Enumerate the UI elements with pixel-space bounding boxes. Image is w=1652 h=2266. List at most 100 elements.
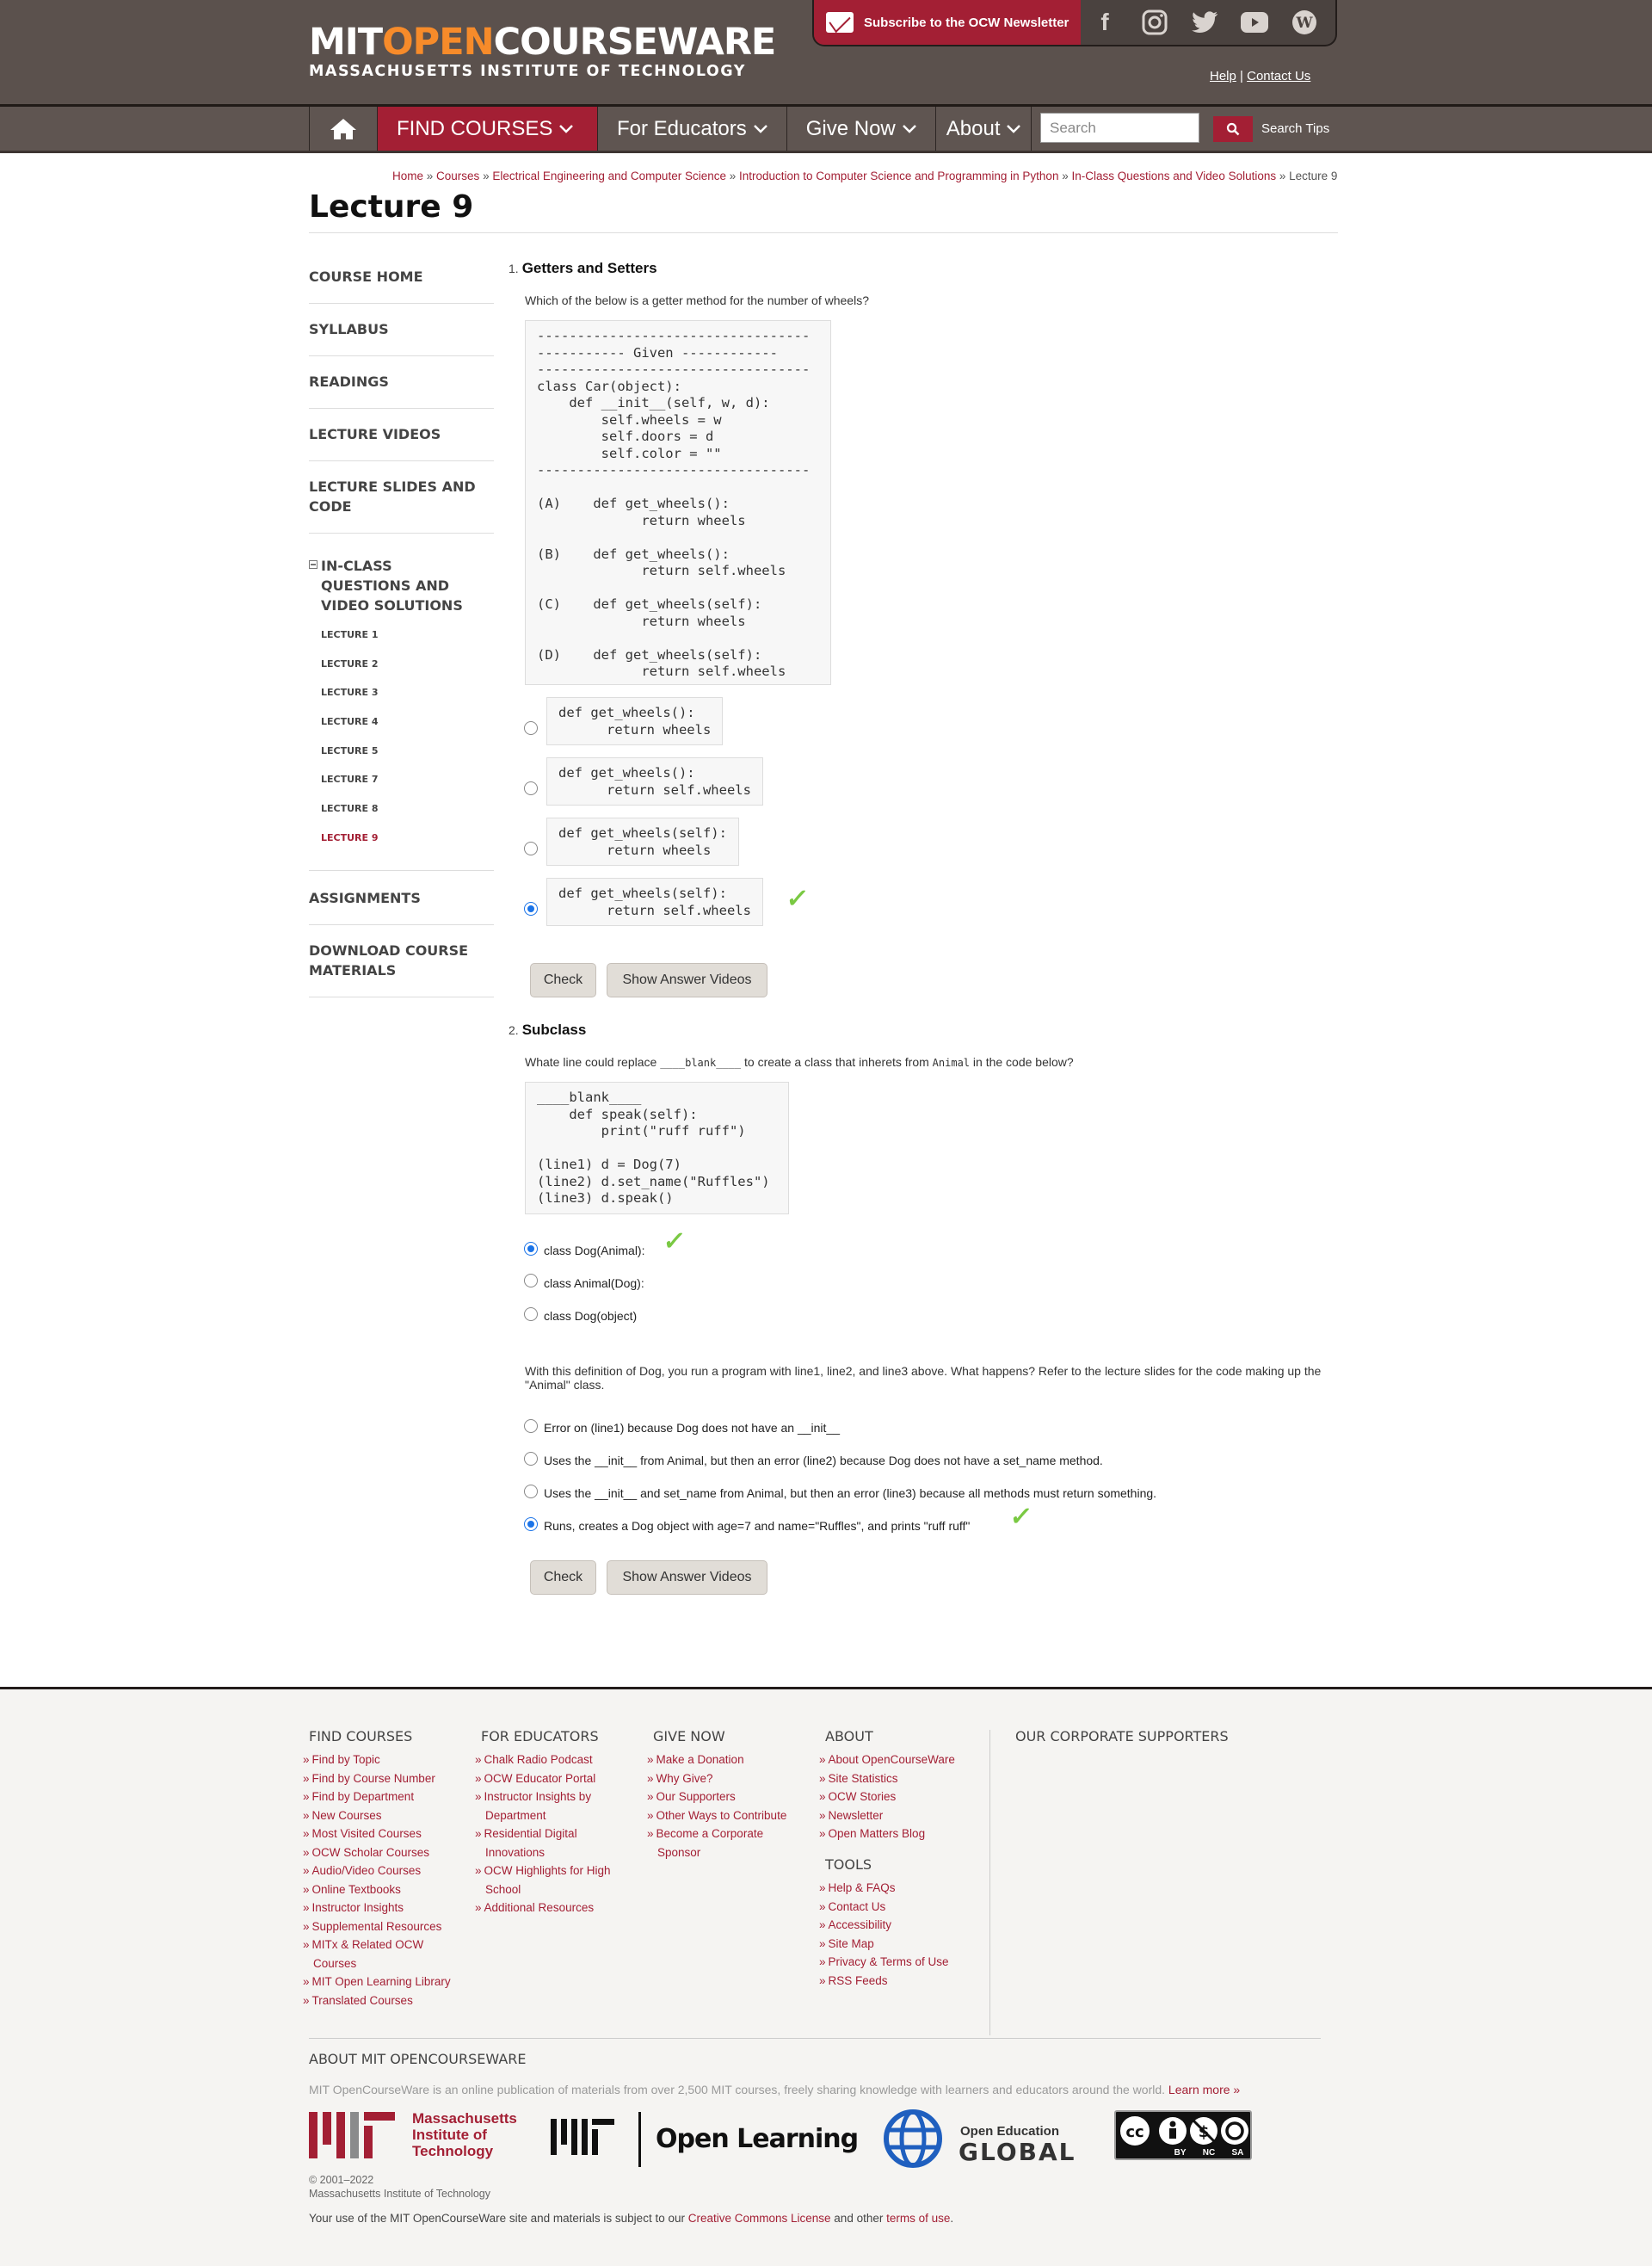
nav-find-courses[interactable]: FIND COURSES — [378, 107, 598, 151]
breadcrumb-course[interactable]: Introduction to Computer Science and Pro… — [739, 170, 1058, 182]
question-2-code: ____blank____ def speak(self): print("ru… — [525, 1082, 789, 1214]
youtube-icon[interactable] — [1239, 7, 1270, 38]
footer-link[interactable]: Help & FAQs — [829, 1881, 896, 1894]
nav-about[interactable]: About — [936, 107, 1032, 151]
search-input[interactable]: Search — [1040, 113, 1199, 143]
open-education-global-logo[interactable]: Open Education GLOBAL — [883, 2109, 1081, 2170]
q2b-option-b-radio[interactable] — [524, 1452, 538, 1466]
breadcrumb-courses[interactable]: Courses — [436, 170, 479, 182]
q1-option-c-radio[interactable] — [524, 842, 538, 855]
footer-link[interactable]: OCW Highlights for High School — [484, 1864, 611, 1896]
footer-link[interactable]: Translated Courses — [312, 1994, 413, 2007]
breadcrumb-department[interactable]: Electrical Engineering and Computer Scie… — [492, 170, 726, 182]
instagram-icon[interactable] — [1139, 7, 1170, 38]
footer-link[interactable]: Instructor Insights by Department — [484, 1790, 592, 1822]
sidebar-item-course-home[interactable]: COURSE HOME — [309, 258, 494, 304]
footer-link[interactable]: OCW Educator Portal — [484, 1772, 596, 1785]
footer-link[interactable]: OCW Stories — [829, 1790, 897, 1803]
footer-link[interactable]: Additional Resources — [484, 1901, 595, 1914]
sidebar-subitem-lecture-7[interactable]: LECTURE 7 — [321, 765, 494, 794]
nav-give-now[interactable]: Give Now — [787, 107, 936, 151]
footer-link[interactable]: MIT Open Learning Library — [312, 1975, 451, 1988]
footer-link[interactable]: Chalk Radio Podcast — [484, 1753, 593, 1766]
facebook-icon[interactable]: f — [1089, 7, 1120, 38]
search-button[interactable] — [1213, 116, 1253, 142]
search-tips-link[interactable]: Search Tips — [1261, 121, 1329, 136]
q2-option-b-radio[interactable] — [524, 1274, 538, 1287]
breadcrumb-home[interactable]: Home — [392, 170, 423, 182]
q2-option-b-label: class Animal(Dog): — [544, 1276, 644, 1290]
q1-option-d-radio[interactable] — [524, 902, 538, 916]
footer-link[interactable]: Instructor Insights — [312, 1901, 404, 1914]
footer-link[interactable]: Why Give? — [656, 1772, 713, 1785]
wordpress-icon[interactable]: W — [1289, 7, 1320, 38]
breadcrumb-section[interactable]: In-Class Questions and Video Solutions — [1071, 170, 1276, 182]
footer-link[interactable]: About OpenCourseWare — [829, 1753, 955, 1766]
footer-link[interactable]: Privacy & Terms of Use — [829, 1955, 949, 1968]
footer-link[interactable]: RSS Feeds — [829, 1974, 888, 1987]
sidebar-subitem-lecture-4[interactable]: LECTURE 4 — [321, 707, 494, 737]
q2b-option-a-radio[interactable] — [524, 1419, 538, 1433]
sidebar-item-readings[interactable]: READINGS — [309, 356, 494, 409]
terms-of-use-link[interactable]: terms of use — [886, 2212, 950, 2225]
footer-link[interactable]: MITx & Related OCW Courses — [312, 1938, 424, 1970]
footer-link[interactable]: Find by Course Number — [312, 1772, 435, 1785]
footer-link[interactable]: Become a Corporate Sponsor — [656, 1827, 764, 1859]
sidebar-subitem-lecture-1[interactable]: LECTURE 1 — [321, 621, 494, 650]
footer-link[interactable]: New Courses — [312, 1809, 382, 1822]
q1-option-b-radio[interactable] — [524, 781, 538, 795]
sidebar-item-lecture-videos[interactable]: LECTURE VIDEOS — [309, 409, 494, 461]
footer-link[interactable]: Contact Us — [829, 1900, 886, 1913]
footer-link[interactable]: Our Supporters — [656, 1790, 736, 1803]
footer-link[interactable]: Open Matters Blog — [829, 1827, 926, 1840]
footer-link[interactable]: Most Visited Courses — [312, 1827, 422, 1840]
sidebar-subitem-lecture-9[interactable]: LECTURE 9 — [321, 824, 494, 853]
mit-logo[interactable]: Massachusetts Institute of Technology — [309, 2109, 524, 2170]
sidebar-item-lecture-slides[interactable]: LECTURE SLIDES AND CODE — [309, 461, 494, 534]
sidebar-item-in-class-questions[interactable]: IN-CLASS QUESTIONS AND VIDEO SOLUTIONS L… — [309, 534, 494, 871]
q2-check-button[interactable]: Check — [530, 1560, 596, 1595]
footer-link[interactable]: Find by Department — [312, 1790, 415, 1803]
footer-link[interactable]: Residential Digital Innovations — [484, 1827, 577, 1859]
footer-link[interactable]: Find by Topic — [312, 1753, 380, 1766]
footer-link[interactable]: Audio/Video Courses — [312, 1864, 422, 1877]
ocw-logo[interactable]: MITOPENCOURSEWARE MASSACHUSETTS INSTITUT… — [309, 22, 776, 80]
creative-commons-link[interactable]: Creative Commons License — [688, 2212, 831, 2225]
footer-link[interactable]: Site Statistics — [829, 1772, 898, 1785]
q1-check-button[interactable]: Check — [530, 963, 596, 997]
sidebar-subitem-lecture-2[interactable]: LECTURE 2 — [321, 650, 494, 679]
q2b-option-c-radio[interactable] — [524, 1485, 538, 1498]
home-button[interactable] — [309, 107, 378, 151]
q2-option-c-radio[interactable] — [524, 1307, 538, 1321]
footer-link[interactable]: Accessibility — [829, 1918, 892, 1931]
svg-text:W: W — [1295, 15, 1313, 32]
footer-link[interactable]: Online Textbooks — [312, 1883, 401, 1896]
learn-more-link[interactable]: Learn more » — [1168, 2083, 1240, 2096]
q1-option-a-radio[interactable] — [524, 721, 538, 735]
twitter-icon[interactable] — [1189, 7, 1220, 38]
search-icon — [1226, 122, 1240, 136]
sidebar-subitem-lecture-3[interactable]: LECTURE 3 — [321, 678, 494, 707]
footer-link[interactable]: OCW Scholar Courses — [312, 1846, 430, 1859]
footer-link[interactable]: Make a Donation — [656, 1753, 744, 1766]
q2-option-a-radio[interactable] — [524, 1242, 538, 1256]
newsletter-button[interactable]: Subscribe to the OCW Newsletter — [814, 0, 1081, 45]
footer-link[interactable]: Supplemental Resources — [312, 1920, 442, 1933]
help-link[interactable]: Help — [1210, 69, 1236, 83]
footer-link[interactable]: Site Map — [829, 1937, 874, 1950]
q2b-option-d-radio[interactable] — [524, 1517, 538, 1531]
nav-for-educators[interactable]: For Educators — [598, 107, 787, 151]
contact-link[interactable]: Contact Us — [1247, 69, 1310, 83]
sidebar-subitem-lecture-8[interactable]: LECTURE 8 — [321, 794, 494, 824]
sidebar-item-syllabus[interactable]: SYLLABUS — [309, 304, 494, 356]
footer-link[interactable]: Newsletter — [829, 1809, 884, 1822]
creative-commons-logo[interactable]: cc $ BY NC SA — [1114, 2109, 1252, 2170]
q2-show-answer-videos-button[interactable]: Show Answer Videos — [607, 1560, 767, 1595]
sidebar-subitem-lecture-5[interactable]: LECTURE 5 — [321, 737, 494, 766]
sidebar-item-download[interactable]: DOWNLOAD COURSE MATERIALS — [309, 925, 494, 997]
q1-show-answer-videos-button[interactable]: Show Answer Videos — [607, 963, 767, 997]
collapse-icon[interactable] — [309, 560, 317, 569]
sidebar-item-assignments[interactable]: ASSIGNMENTS — [309, 871, 494, 925]
mit-open-learning-logo[interactable]: Open Learning — [549, 2109, 859, 2170]
footer-link[interactable]: Other Ways to Contribute — [656, 1809, 787, 1822]
